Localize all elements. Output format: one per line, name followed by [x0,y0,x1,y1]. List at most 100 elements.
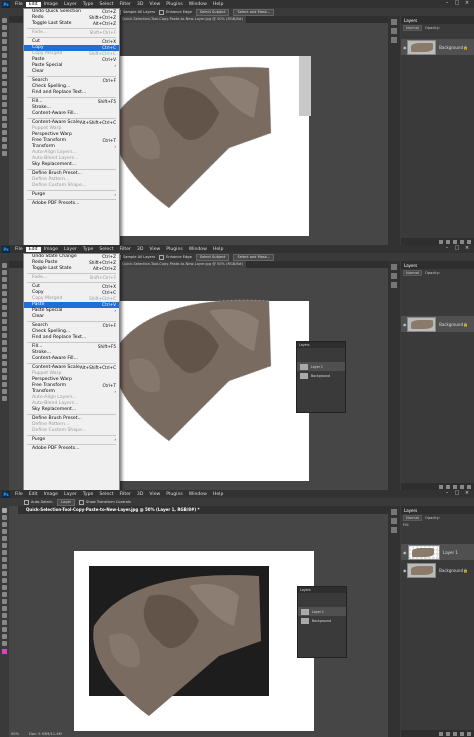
layers-tab[interactable]: Layers [401,508,420,513]
adjustments-icon[interactable] [391,37,397,43]
gradient-tool-icon[interactable] [2,340,7,345]
sample-all-layers-checkbox[interactable]: Sample All Layers [116,254,155,260]
fx-icon[interactable] [446,484,450,489]
close-icon[interactable]: × [462,0,472,8]
path-selection-icon[interactable] [2,620,7,625]
healing-tool-icon[interactable] [2,305,7,310]
menu-layer[interactable]: Layer [61,2,80,7]
layer-background[interactable]: ◉ Background 🔒 [401,562,474,578]
maximize-icon[interactable]: □ [452,490,462,498]
minimize-icon[interactable]: – [442,245,452,253]
blend-mode-select[interactable]: Normal [403,24,423,31]
healing-tool-icon[interactable] [2,60,7,65]
menu-item-content-aware-fill[interactable]: Content-Aware Fill... [24,356,119,362]
menu-help[interactable]: Help [210,2,226,7]
layer-1[interactable]: ◉ Layer 1 [401,544,474,560]
trash-icon[interactable] [467,239,471,244]
menu-image[interactable]: Image [41,247,61,252]
menu-filter[interactable]: Filter [117,2,134,7]
enhance-edge-checkbox[interactable]: Enhance Edge [159,254,192,260]
menu-select[interactable]: Select [96,247,116,252]
menu-type[interactable]: Type [80,2,97,7]
lasso-tool-icon[interactable] [2,277,7,282]
history-icon[interactable] [391,19,397,25]
canvas-area[interactable]: Quick-Selection-Tool-Copy-Paste-to-New-L… [9,506,388,737]
menu-filter[interactable]: Filter [117,247,134,252]
menu-view[interactable]: View [146,2,163,7]
show-transform-checkbox[interactable]: Show Transform Controls [79,499,131,505]
dodge-tool-icon[interactable] [2,599,7,604]
path-selection-icon[interactable] [2,130,7,135]
layer-background[interactable]: ◉ Background 🔒 [401,316,474,332]
brush-tool-icon[interactable] [2,312,7,317]
menu-item-sky-replacement[interactable]: Sky Replacement... [24,162,119,168]
select-and-mask-button[interactable]: Select and Mask... [233,253,275,261]
close-icon[interactable]: × [462,245,472,253]
menu-help[interactable]: Help [210,492,226,497]
menu-item-purge[interactable]: Purge › [24,192,119,198]
stamp-tool-icon[interactable] [2,319,7,324]
maximize-icon[interactable]: □ [452,245,462,253]
quick-selection-tool-icon[interactable] [2,284,7,289]
menu-window[interactable]: Window [186,2,210,7]
minimize-icon[interactable]: – [442,0,452,8]
zoom-tool-icon[interactable] [2,641,7,646]
floating-layer-background[interactable]: Background [297,371,345,380]
mask-icon[interactable] [453,484,457,489]
menu-image[interactable]: Image [41,492,61,497]
fx-icon[interactable] [446,731,450,736]
link-icon[interactable] [439,731,443,736]
pen-tool-icon[interactable] [2,606,7,611]
menu-edit[interactable]: Edit [25,1,41,7]
menu-plugins[interactable]: Plugins [163,247,185,252]
menu-item-clear[interactable]: Clear [24,69,119,75]
stamp-tool-icon[interactable] [2,74,7,79]
document-tab[interactable]: Quick-Selection-Tool-Copy-Paste-to-New-L… [119,16,247,23]
gradient-tool-icon[interactable] [2,95,7,100]
properties-icon[interactable] [391,518,397,524]
type-tool-icon[interactable] [2,368,7,373]
menu-file[interactable]: File [12,2,26,7]
lasso-tool-icon[interactable] [2,522,7,527]
floating-layer-background[interactable]: Background [298,616,346,625]
eyedropper-tool-icon[interactable] [2,298,7,303]
menu-item-content-aware-fill[interactable]: Content-Aware Fill... [24,111,119,117]
trash-icon[interactable] [467,484,471,489]
menu-view[interactable]: View [146,492,163,497]
eraser-tool-icon[interactable] [2,88,7,93]
menu-file[interactable]: File [12,247,26,252]
link-icon[interactable] [439,239,443,244]
dodge-tool-icon[interactable] [2,109,7,114]
new-layer-icon[interactable] [460,239,464,244]
eyedropper-tool-icon[interactable] [2,53,7,58]
blend-mode-select[interactable]: Normal [403,269,423,276]
blur-tool-icon[interactable] [2,592,7,597]
menu-3d[interactable]: 3D [134,2,146,7]
zoom-tool-icon[interactable] [2,151,7,156]
layer-background[interactable]: ◉ Background 🔒 [401,39,474,55]
shape-tool-icon[interactable] [2,137,7,142]
move-tool-icon[interactable] [2,263,7,268]
shape-tool-icon[interactable] [2,627,7,632]
menu-plugins[interactable]: Plugins [163,2,185,7]
menu-filter[interactable]: Filter [117,492,134,497]
menu-item-toggle-last-state[interactable]: Toggle Last State Alt+Ctrl+Z [24,21,119,27]
properties-icon[interactable] [391,273,397,279]
stamp-tool-icon[interactable] [2,564,7,569]
hand-tool-icon[interactable] [2,634,7,639]
history-icon[interactable] [391,264,397,270]
menu-help[interactable]: Help [210,247,226,252]
menu-edit[interactable]: Edit [26,492,41,497]
floating-layers-tab[interactable]: Layers [298,587,346,593]
foreground-color-swatch[interactable] [2,649,7,654]
menu-item-sky-replacement[interactable]: Sky Replacement... [24,407,119,413]
path-selection-icon[interactable] [2,375,7,380]
menu-image[interactable]: Image [41,2,61,7]
menu-item-clear[interactable]: Clear [24,314,119,320]
type-tool-icon[interactable] [2,123,7,128]
menu-item-toggle-last-state[interactable]: Toggle Last State Alt+Ctrl+Z [24,266,119,272]
menu-edit[interactable]: Edit [25,246,41,252]
maximize-icon[interactable]: □ [452,0,462,8]
blur-tool-icon[interactable] [2,102,7,107]
blend-mode-select[interactable]: Normal [403,514,423,521]
